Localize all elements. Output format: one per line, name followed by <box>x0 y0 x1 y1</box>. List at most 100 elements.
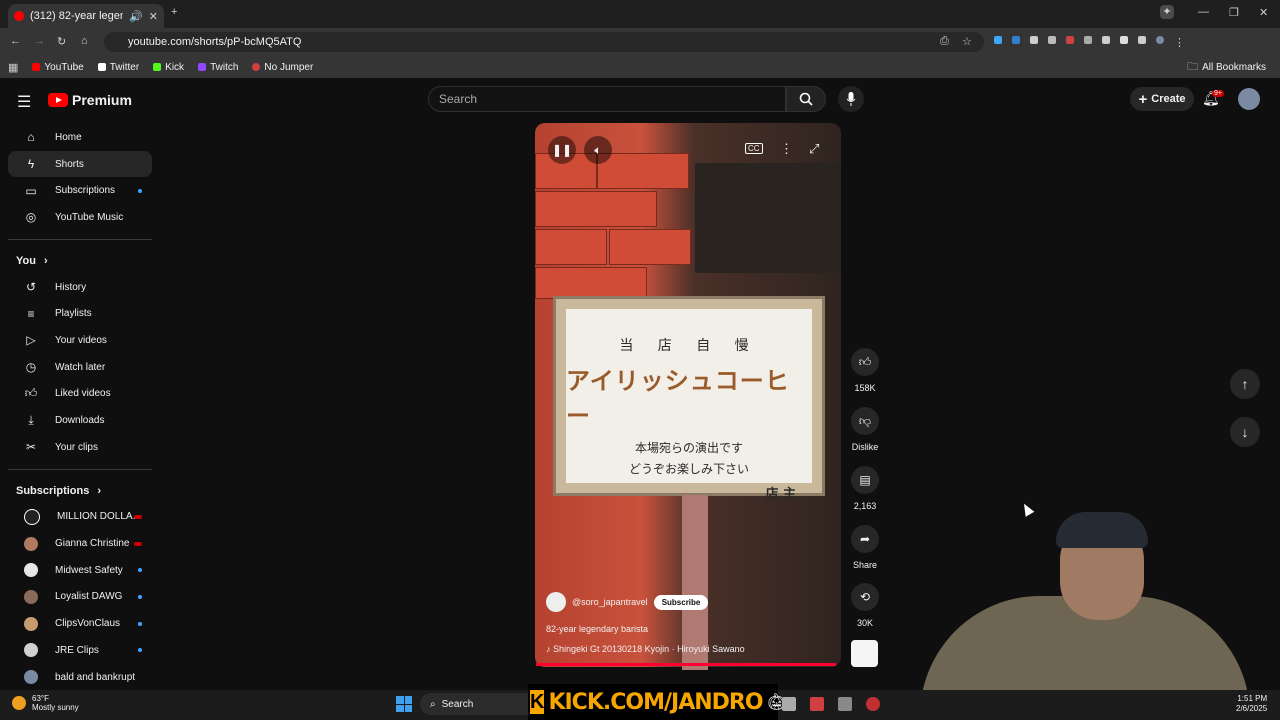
playlists-icon: ≡ <box>27 306 35 321</box>
close-window-icon[interactable]: ✕ <box>1259 6 1268 19</box>
brick <box>609 229 691 265</box>
search-input[interactable]: Search <box>428 86 786 112</box>
webcam-headphones <box>1056 512 1148 548</box>
channel-avatar[interactable] <box>546 592 566 612</box>
menu-lines-icon[interactable] <box>1138 36 1146 44</box>
account-avatar[interactable] <box>1238 88 1260 110</box>
gemini-icon[interactable]: ✦ <box>1160 5 1174 19</box>
sidebar-item-history[interactable]: ↺ History <box>8 274 152 301</box>
bookmark-star-icon[interactable]: ☆ <box>962 35 972 48</box>
hamburger-menu-icon[interactable]: ☰ <box>17 92 31 112</box>
youtube-logo[interactable]: Premium <box>48 92 132 108</box>
volume-button[interactable]: 🔈︎ <box>584 136 612 164</box>
sound-thumbnail[interactable] <box>851 640 878 667</box>
sidebar-item-playlists[interactable]: ≡ Playlists <box>8 300 152 327</box>
more-options-icon[interactable]: ⋮ <box>780 141 793 157</box>
music-attribution[interactable]: ♪ Shingeki Gt 20130218 Kyojin · Hiroyuki… <box>546 644 836 654</box>
subscription-item[interactable]: Midwest Safety <box>8 557 152 584</box>
bookmark-twitch[interactable]: Twitch <box>198 62 238 73</box>
extension-icon[interactable] <box>1048 36 1056 44</box>
extension-icon[interactable] <box>1030 36 1038 44</box>
sidebar-item-label: Midwest Safety <box>55 564 123 576</box>
sidebar-item-your-clips[interactable]: ✂ Your clips <box>8 434 152 461</box>
video-title[interactable]: 82-year legendary barista <box>546 624 836 634</box>
taskbar-search[interactable]: ⌕ Search <box>420 693 540 715</box>
youtube-favicon-icon <box>14 11 24 21</box>
back-icon[interactable]: ← <box>10 35 21 47</box>
sidebar-item-shorts[interactable]: ϟ Shorts <box>8 150 152 178</box>
puzzle-icon[interactable] <box>1102 36 1110 44</box>
sidebar-item-youtube-music[interactable]: ◎ YouTube Music <box>8 204 152 231</box>
sidebar-item-downloads[interactable]: ⤓ Downloads <box>8 407 152 434</box>
restore-icon[interactable]: ❐ <box>1229 6 1239 19</box>
bookmark-nojumper[interactable]: No Jumper <box>252 62 313 73</box>
extension-icon[interactable] <box>994 36 1002 44</box>
home-button-icon[interactable]: ⌂ <box>81 35 88 47</box>
browser-tab[interactable]: (312) 82-year legendary ba 🔊 ✕ <box>8 4 164 28</box>
previous-short-button[interactable]: ↑ <box>1230 369 1260 399</box>
bookmark-youtube[interactable]: YouTube <box>32 62 84 73</box>
apps-grid-icon[interactable]: ▦ <box>8 61 18 74</box>
address-bar[interactable]: youtube.com/shorts/pP-bcMQ5ATQ <box>104 32 984 52</box>
minimize-icon[interactable]: — <box>1198 6 1209 18</box>
new-tab-icon[interactable]: + <box>171 6 177 18</box>
fullscreen-icon[interactable]: ⤢ <box>809 141 819 157</box>
next-short-button[interactable]: ↓ <box>1230 417 1260 447</box>
app-icon[interactable] <box>838 697 852 711</box>
subscription-item[interactable]: MILLION DOLLA... <box>8 504 152 531</box>
subscriptions-heading[interactable]: Subscriptions › <box>0 478 152 504</box>
pause-button[interactable]: ❚❚ <box>548 136 576 164</box>
subscription-item[interactable]: Gianna Christine <box>8 530 152 557</box>
like-button[interactable]: 👍︎ <box>851 348 879 376</box>
sidebar-item-your-videos[interactable]: ▷ Your videos <box>8 327 152 354</box>
sidebar-item-liked-videos[interactable]: 👍︎ Liked videos <box>8 381 152 408</box>
sidebar-item-home[interactable]: ⌂ Home <box>8 124 152 151</box>
system-clock[interactable]: 1:51 PM 2/6/2025 <box>1236 694 1267 714</box>
bookmark-kick[interactable]: Kick <box>153 62 184 73</box>
home-icon: ⌂ <box>27 130 35 145</box>
voice-search-button[interactable] <box>838 86 864 112</box>
profile-icon[interactable] <box>1156 36 1164 44</box>
share-button[interactable]: ➦ <box>851 525 879 553</box>
arrow-up-icon: ↑ <box>1241 376 1249 392</box>
you-heading[interactable]: You › <box>0 248 152 274</box>
sidebar-item-watch-later[interactable]: ◷ Watch later <box>8 354 152 381</box>
channel-handle[interactable]: @soro_japantravel <box>572 597 648 607</box>
subscription-item[interactable]: JRE Clips <box>8 637 152 664</box>
subscription-item[interactable]: bald and bankrupt <box>8 664 152 691</box>
subscribe-button[interactable]: Subscribe <box>653 594 709 610</box>
bookmark-label: Twitter <box>109 61 140 73</box>
sidebar-item-subscriptions[interactable]: ▭ Subscriptions <box>8 177 152 204</box>
extension-icon[interactable] <box>1012 36 1020 44</box>
comment-icon: ▤ <box>859 473 871 487</box>
video-progress-bar[interactable] <box>536 663 836 666</box>
comments-action: ▤ 2,163 <box>848 466 882 511</box>
all-bookmarks[interactable]: 🗀 All Bookmarks <box>1187 58 1266 77</box>
comments-button[interactable]: ▤ <box>851 466 879 494</box>
app-icon[interactable] <box>810 697 824 711</box>
sidebar-item-label: JRE Clips <box>55 644 99 656</box>
you-heading-label: You <box>16 254 36 267</box>
forward-icon[interactable]: → <box>34 35 45 47</box>
weather-widget[interactable]: 63°F Mostly sunny <box>12 694 79 712</box>
remix-action: ⟲ 30K <box>848 583 882 628</box>
kebab-menu-icon[interactable]: ⋮ <box>1174 36 1185 49</box>
terminal-app-icon[interactable] <box>782 697 796 711</box>
windows-start-icon[interactable] <box>396 696 412 712</box>
sidepanel-icon[interactable] <box>1120 36 1128 44</box>
search-button[interactable] <box>786 86 826 112</box>
url-text: youtube.com/shorts/pP-bcMQ5ATQ <box>128 36 302 48</box>
subscription-item[interactable]: Loyalist DAWG <box>8 584 152 611</box>
chrome-app-icon[interactable] <box>866 697 880 711</box>
reload-icon[interactable]: ↻ <box>57 35 66 48</box>
create-button[interactable]: + Create <box>1130 87 1194 111</box>
extension-icon[interactable] <box>1084 36 1092 44</box>
remix-button[interactable]: ⟲ <box>851 583 879 611</box>
captions-button[interactable]: CC <box>745 143 763 154</box>
close-tab-icon[interactable]: ✕ <box>149 10 158 23</box>
subscription-item[interactable]: ClipsVonClaus <box>8 610 152 637</box>
install-app-icon[interactable]: ⎙ <box>940 35 949 48</box>
bookmark-twitter[interactable]: Twitter <box>97 61 140 73</box>
dislike-button[interactable]: 👎︎ <box>851 407 879 435</box>
extension-icon[interactable] <box>1066 36 1074 44</box>
